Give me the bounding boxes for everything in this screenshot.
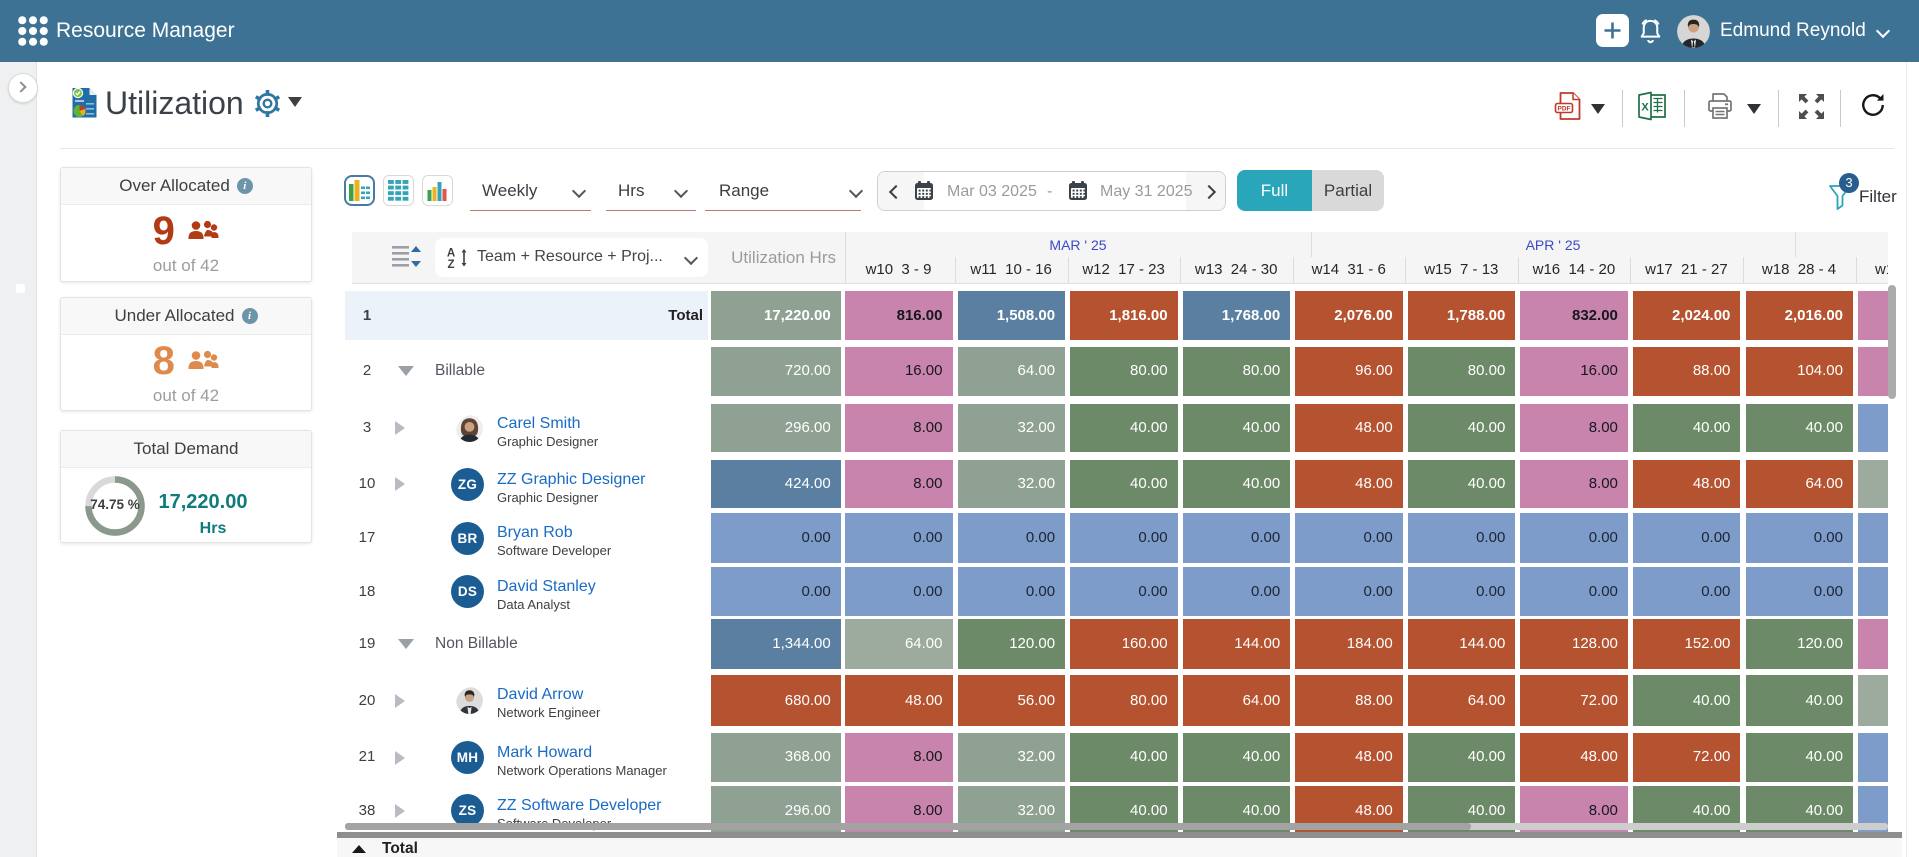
svg-text:Z: Z <box>447 259 454 269</box>
svg-text:PDF: PDF <box>1558 106 1571 113</box>
svg-text:X: X <box>1641 102 1649 114</box>
svg-text:A: A <box>447 248 455 260</box>
